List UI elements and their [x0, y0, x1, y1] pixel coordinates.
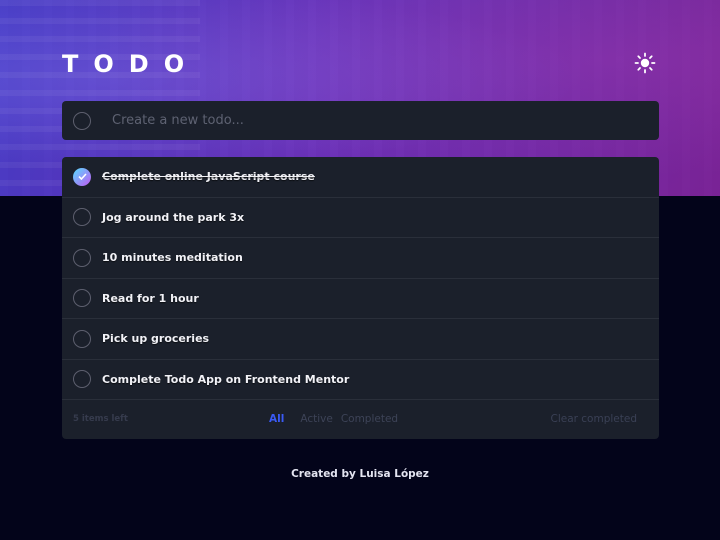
new-todo-input[interactable]: [112, 113, 612, 128]
todo-item[interactable]: Pick up groceries: [62, 319, 659, 360]
todo-item[interactable]: 10 minutes meditation: [62, 238, 659, 279]
filter-group: All Active Completed: [269, 413, 398, 425]
todo-checkbox-checked[interactable]: [73, 167, 91, 186]
todo-footer: 5 items left All Active Completed Clear …: [62, 400, 659, 438]
todo-checkbox[interactable]: [73, 248, 91, 267]
todo-item[interactable]: Read for 1 hour: [62, 279, 659, 319]
todo-checkbox[interactable]: [73, 370, 91, 389]
check-icon: [77, 173, 87, 181]
todo-label: 10 minutes meditation: [102, 251, 243, 265]
todo-label: Pick up groceries: [102, 332, 210, 346]
todo-label: Complete Todo App on Frontend Mentor: [102, 372, 350, 386]
todo-label: Jog around the park 3x: [102, 210, 245, 224]
clear-completed-button[interactable]: Clear completed: [550, 413, 637, 425]
attribution: Created by Luisa López: [291, 468, 429, 480]
todo-label: Read for 1 hour: [102, 291, 199, 305]
filter-all[interactable]: All: [269, 413, 284, 425]
theme-toggle-button[interactable]: [633, 51, 657, 75]
todo-item[interactable]: Jog around the park 3x: [62, 198, 659, 238]
items-left-count: 5 items left: [73, 414, 128, 424]
todo-label: Complete online JavaScript course: [102, 170, 315, 184]
todo-checkbox[interactable]: [73, 208, 91, 227]
todo-list: Complete online JavaScript course Jog ar…: [62, 157, 659, 439]
todo-checkbox[interactable]: [73, 289, 91, 308]
filter-completed[interactable]: Completed: [341, 413, 398, 425]
sun-icon: [634, 52, 656, 74]
todo-checkbox[interactable]: [73, 329, 91, 348]
filter-active[interactable]: Active: [300, 413, 332, 425]
todo-item[interactable]: Complete online JavaScript course: [62, 157, 659, 198]
new-todo-bar: [62, 101, 659, 140]
todo-item[interactable]: Complete Todo App on Frontend Mentor: [62, 360, 659, 400]
app-title: TODO: [62, 50, 200, 78]
new-todo-check-circle[interactable]: [73, 111, 91, 130]
